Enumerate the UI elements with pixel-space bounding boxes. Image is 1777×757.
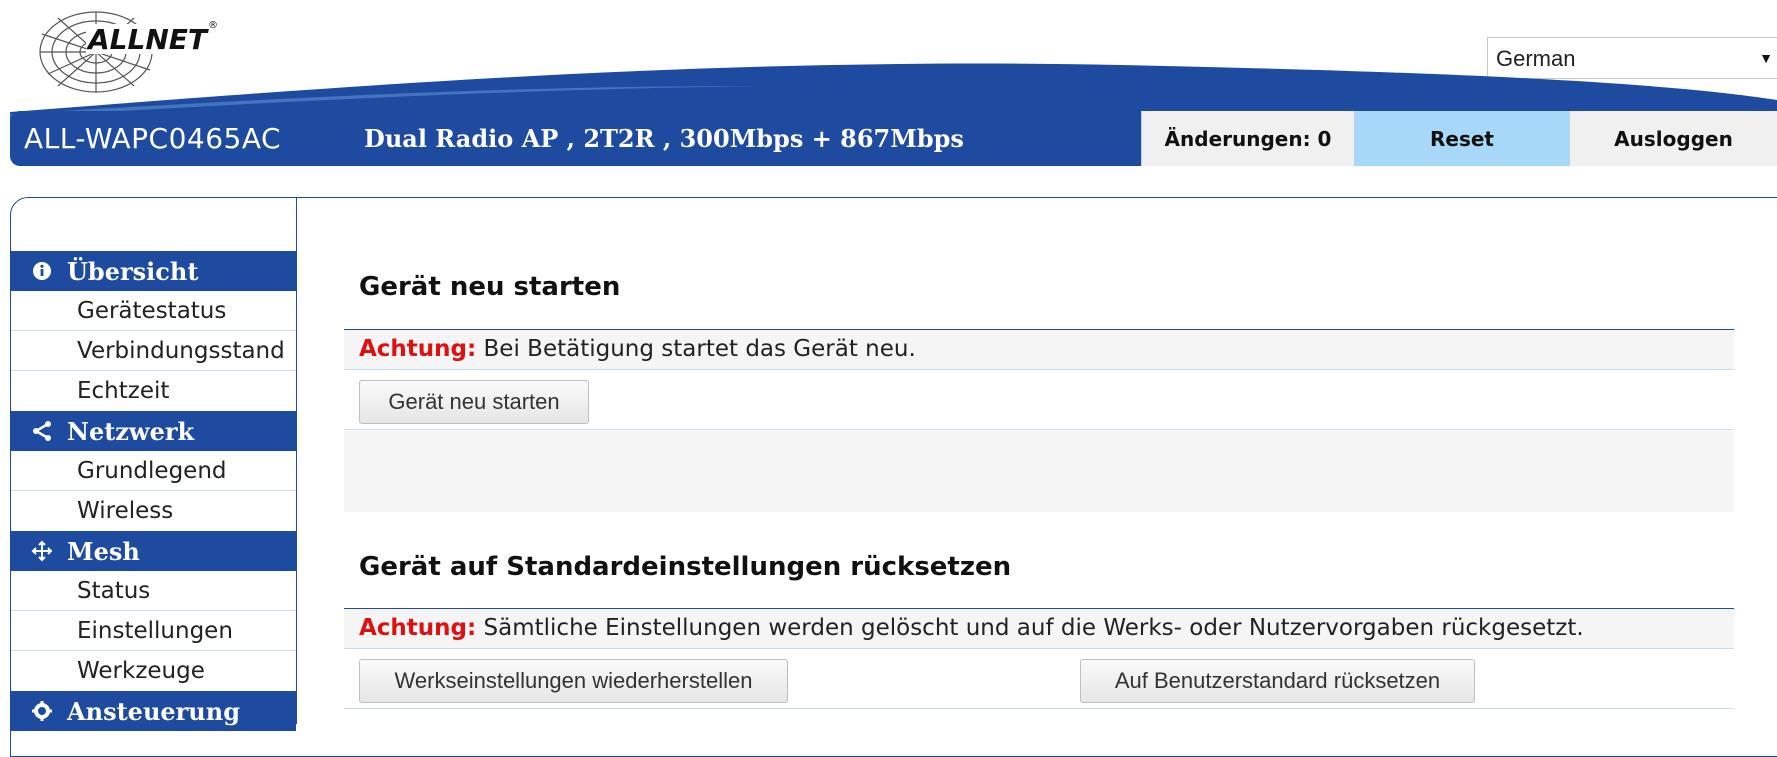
- reset-user-default-button[interactable]: Auf Benutzerstandard rücksetzen: [1080, 659, 1475, 703]
- sidebar-section-label: Ansteuerung: [67, 696, 240, 726]
- sidebar-nav: Übersicht Gerätestatus Verbindungsstand …: [11, 251, 296, 731]
- restart-device-button[interactable]: Gerät neu starten: [359, 380, 589, 424]
- reset-button[interactable]: Reset: [1354, 111, 1569, 166]
- sidebar-item-status[interactable]: Status: [11, 571, 296, 611]
- svg-text:®: ®: [208, 20, 218, 31]
- factory-reset-button-row: Werkseinstellungen wiederherstellen Auf …: [344, 649, 1734, 709]
- warning-label: Achtung:: [359, 336, 477, 362]
- sidebar-section-ansteuerung[interactable]: Ansteuerung: [11, 691, 296, 731]
- sidebar-item-geraetestatus[interactable]: Gerätestatus: [11, 291, 296, 331]
- sidebar-section-label: Übersicht: [67, 256, 199, 286]
- sidebar-section-mesh[interactable]: Mesh: [11, 531, 296, 571]
- changes-counter-button[interactable]: Änderungen: 0: [1141, 111, 1354, 166]
- sidebar-item-einstellungen[interactable]: Einstellungen: [11, 611, 296, 651]
- sidebar-section-netzwerk[interactable]: Netzwerk: [11, 411, 296, 451]
- sidebar-divider: [296, 198, 297, 724]
- warning-label: Achtung:: [359, 615, 477, 641]
- restart-section-title: Gerät neu starten: [359, 272, 621, 302]
- factory-reset-warning: Achtung: Sämtliche Einstellungen werden …: [344, 608, 1734, 649]
- restart-button-row: Gerät neu starten: [344, 370, 1734, 430]
- device-model: ALL-WAPC0465AC: [24, 122, 282, 155]
- share-icon: [29, 420, 55, 442]
- device-description: Dual Radio AP , 2T2R , 300Mbps + 867Mbps: [364, 124, 964, 153]
- warning-text: Bei Betätigung startet das Gerät neu.: [476, 336, 916, 362]
- sidebar-item-grundlegend[interactable]: Grundlegend: [11, 451, 296, 491]
- logout-button[interactable]: Ausloggen: [1569, 111, 1777, 166]
- sidebar-section-label: Netzwerk: [67, 416, 195, 446]
- sidebar-item-echtzeit[interactable]: Echtzeit: [11, 371, 296, 411]
- sidebar-section-label: Mesh: [67, 536, 140, 566]
- warning-text: Sämtliche Einstellungen werden gelöscht …: [476, 615, 1584, 641]
- restart-warning: Achtung: Bei Betätigung startet das Gerä…: [344, 329, 1734, 370]
- info-icon: [29, 261, 55, 281]
- sidebar-section-uebersicht[interactable]: Übersicht: [11, 251, 296, 291]
- sidebar-item-werkzeuge[interactable]: Werkzeuge: [11, 651, 296, 691]
- restore-factory-settings-button[interactable]: Werkseinstellungen wiederherstellen: [359, 659, 788, 703]
- factory-reset-section-title: Gerät auf Standardeinstellungen rücksetz…: [359, 552, 1012, 582]
- sidebar-item-wireless[interactable]: Wireless: [11, 491, 296, 531]
- spacer-block: [344, 431, 1734, 512]
- mesh-icon: [29, 540, 55, 562]
- svg-text:ALLNET: ALLNET: [86, 23, 209, 56]
- gear-icon: [29, 700, 55, 722]
- sidebar-item-verbindungsstand[interactable]: Verbindungsstand: [11, 331, 296, 371]
